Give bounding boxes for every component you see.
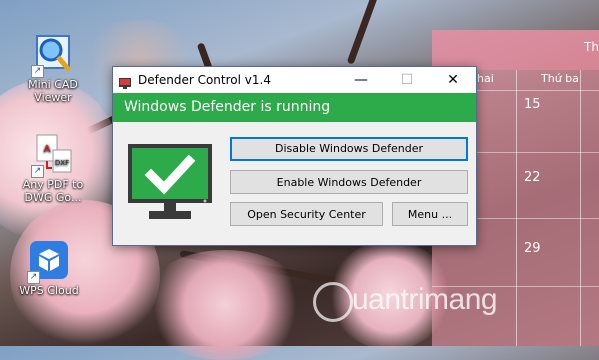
calendar-title: Th (584, 40, 599, 54)
desktop-icon-pdf-to-dwg[interactable]: A DXF ↗ Any PDF to DWG Go... (13, 134, 93, 204)
maximize-button[interactable]: ☐ (384, 67, 430, 93)
desktop-icon-label: WPS Cloud (19, 284, 79, 297)
checkmark-monitor-icon (127, 143, 213, 223)
svg-text:DXF: DXF (55, 159, 69, 167)
wps-cloud-icon: ↗ (27, 240, 69, 284)
app-icon (119, 74, 131, 89)
pdf-to-dwg-icon: A DXF ↗ (31, 134, 73, 178)
desktop-icon-wps-cloud[interactable]: ↗ WPS Cloud (9, 240, 89, 297)
calendar-date[interactable]: 29 (524, 241, 541, 256)
calendar-day-header: Thứ ba (541, 72, 579, 85)
desktop-icon-mini-cad-viewer[interactable]: ↗ Mini CAD Viewer (13, 34, 93, 104)
minimize-button[interactable]: — (338, 67, 384, 93)
enable-defender-button[interactable]: Enable Windows Defender (230, 170, 468, 194)
desktop-icon-label: Any PDF to DWG Go... (22, 178, 84, 204)
window-title: Defender Control v1.4 (138, 73, 271, 87)
calendar-date[interactable]: 22 (524, 170, 541, 185)
status-text: Windows Defender is running (124, 99, 331, 115)
disable-defender-button[interactable]: Disable Windows Defender (230, 137, 468, 161)
desktop-icon-label: Mini CAD Viewer (28, 78, 78, 104)
defender-control-window: Defender Control v1.4 — ☐ ✕ Windows Defe… (112, 66, 477, 246)
calendar-day-header: hai (477, 72, 494, 85)
open-security-center-button[interactable]: Open Security Center (230, 202, 383, 226)
mini-cad-viewer-icon: ↗ (31, 34, 73, 78)
watermark-text: uantrimang (352, 283, 498, 316)
calendar-date[interactable]: 15 (524, 97, 541, 112)
watermark-logo-icon (313, 282, 353, 322)
menu-button[interactable]: Menu ... (392, 202, 468, 226)
title-bar[interactable]: Defender Control v1.4 — ☐ ✕ (113, 67, 476, 93)
close-button[interactable]: ✕ (430, 67, 476, 93)
status-banner: Windows Defender is running (113, 93, 476, 122)
svg-text:A: A (44, 144, 51, 155)
